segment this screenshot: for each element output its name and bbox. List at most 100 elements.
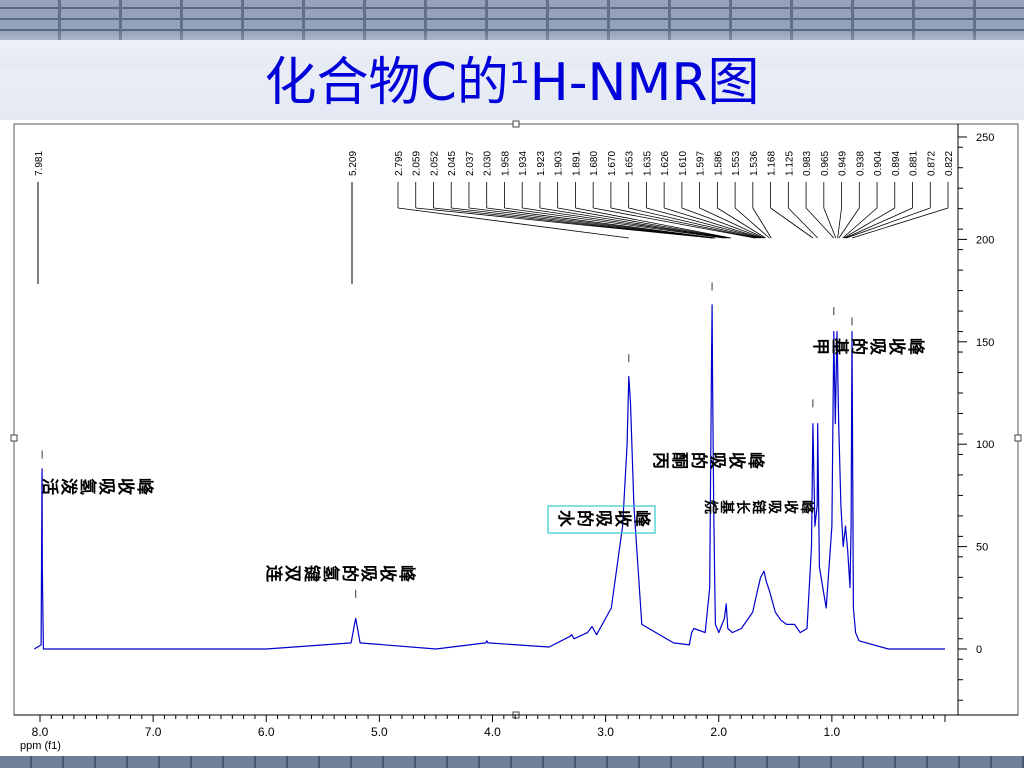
- annotation-alkyl-chain: 烷基长链吸收峰: [703, 500, 815, 515]
- plot-border: [13, 123, 1019, 716]
- annotation-char: 氢: [321, 565, 341, 582]
- annotation-char: 收: [116, 478, 136, 495]
- slide-header: 化合物C的¹H-NMR图: [0, 0, 1024, 120]
- annotation-char: 吸: [359, 565, 378, 583]
- x-tick-label: 8.0: [32, 725, 49, 739]
- peak-leader: [522, 207, 727, 239]
- annotation-char: 吸: [708, 452, 727, 470]
- y-tick-label: 150: [976, 337, 994, 349]
- peak-leader: [788, 207, 819, 239]
- peak-label: 0.872: [926, 151, 937, 176]
- annotation-char: 收: [727, 452, 747, 469]
- annotation-group: 活泼氢吸收峰连双键氢的吸收峰水的吸收峰丙酮的吸收峰烷基长链吸收峰甲基的吸收峰: [40, 337, 926, 583]
- peak-label: 1.168: [767, 151, 778, 176]
- peak-label: 1.934: [518, 151, 529, 176]
- annotation-char: 峰: [746, 452, 766, 470]
- x-tick-label: 1.0: [824, 725, 841, 739]
- annotation-char: 的: [340, 565, 360, 582]
- peak-leader: [486, 207, 716, 239]
- annotation-char: 丙: [651, 452, 670, 469]
- peak-label: 1.125: [784, 151, 795, 176]
- annotation-char: 收: [887, 338, 907, 355]
- peak-label-group: 7.981 5.209 2.795 2.059 2.052 2.045 2.037 2.030…: [34, 151, 955, 284]
- footer-bar: [0, 756, 1024, 768]
- peak-leader: [846, 207, 931, 239]
- peak-label: 0.894: [891, 151, 902, 176]
- peak-label: 1.958: [500, 151, 511, 176]
- peak-label: 1.586: [713, 151, 724, 176]
- y-tick-label: 0: [976, 644, 982, 656]
- annotation-char: 水: [556, 510, 576, 528]
- peak-leader: [504, 207, 724, 239]
- spectrum-line: [33, 304, 945, 650]
- annotation-char: 收: [613, 510, 633, 527]
- annotation-water: 水的吸收峰: [547, 505, 656, 534]
- peak-label: 0.904: [873, 151, 884, 176]
- annotation-char: 吸: [594, 510, 613, 528]
- peak-label: 5.209: [348, 151, 359, 176]
- annotation-char: 的: [689, 452, 709, 469]
- frame-handle: [1014, 434, 1022, 442]
- annotation-char: 吸: [767, 500, 783, 515]
- peak-label: 2.045: [447, 151, 458, 176]
- page-title: 化合物C的¹H-NMR图: [264, 53, 760, 113]
- annotation-active-hydrogen: 活泼氢吸收峰: [40, 478, 155, 496]
- plot-frame: [10, 120, 1022, 719]
- annotation-char: 烷: [703, 500, 719, 514]
- x-tick-label: 3.0: [597, 725, 614, 739]
- annotation-char: 的: [849, 338, 869, 355]
- peak-label: 1.670: [607, 151, 618, 176]
- peak-label: 2.030: [483, 151, 494, 176]
- peak-label: 1.635: [642, 151, 653, 176]
- x-tick-label: 6.0: [258, 725, 275, 739]
- peak-label: 2.059: [412, 151, 423, 176]
- peak-label: 0.881: [909, 151, 920, 176]
- annotation-char: 峰: [397, 565, 417, 583]
- peak-label: 0.949: [838, 151, 849, 176]
- peak-label: 7.981: [34, 151, 45, 176]
- annotation-char: 收: [378, 565, 398, 582]
- y-tick-label: 200: [976, 234, 994, 246]
- peak-label: 1.536: [749, 151, 760, 176]
- annotation-char: 甲: [811, 338, 830, 355]
- annotation-char: 氢: [78, 478, 98, 495]
- peak-label: 1.923: [536, 151, 547, 176]
- peak-label: 2.052: [429, 151, 440, 176]
- annotation-char: 键: [302, 565, 322, 582]
- peak-label: 0.938: [855, 151, 866, 176]
- frame-handle: [512, 120, 520, 128]
- peak-leader: [770, 207, 814, 239]
- annotation-methyl: 甲基的吸收峰: [811, 337, 926, 356]
- annotation-char: 基: [719, 500, 735, 515]
- peak-leader: [752, 207, 772, 239]
- peak-label: 1.903: [554, 151, 565, 176]
- annotation-char: 峰: [632, 510, 652, 528]
- annotation-char: 吸: [868, 338, 887, 356]
- peak-leader: [851, 207, 949, 239]
- annotation-char: 峰: [906, 338, 926, 356]
- annotation-char: 酮: [670, 452, 689, 469]
- peak-leader: [837, 207, 842, 239]
- annotation-acetone: 丙酮的吸收峰: [651, 452, 766, 470]
- peak-label: 1.597: [696, 151, 707, 176]
- peak-label: 0.983: [802, 151, 813, 176]
- peak-leader: [845, 207, 913, 239]
- y-tick-label: 50: [976, 542, 988, 554]
- peak-label: 1.680: [589, 151, 600, 176]
- x-tick-label: 7.0: [145, 725, 162, 739]
- peak-label: 0.822: [944, 151, 955, 176]
- peak-label: 1.553: [731, 151, 742, 176]
- peak-label: 1.626: [660, 151, 671, 176]
- y-tick-label: 100: [976, 439, 994, 451]
- peak-label: 0.965: [820, 151, 831, 176]
- annotation-char: 峰: [135, 478, 155, 496]
- x-tick-label: 2.0: [710, 725, 727, 739]
- annotation-char: 链: [751, 500, 767, 515]
- annotation-char: 峰: [799, 500, 815, 515]
- y-tick-label: 250: [976, 132, 994, 144]
- spectrum-group: [33, 282, 945, 650]
- peak-label: 1.891: [571, 151, 582, 176]
- annotation-char: 基: [830, 337, 850, 356]
- annotation-char: 双: [283, 565, 302, 582]
- x-tick-label: 4.0: [484, 725, 501, 739]
